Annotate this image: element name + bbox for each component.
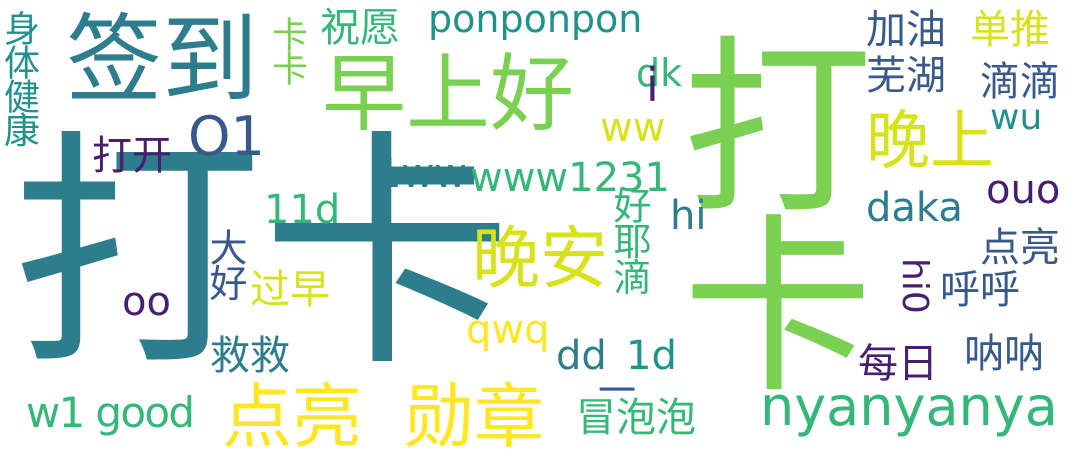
word-hello-all: 大好 [203, 228, 247, 300]
word-qwq: qwq [466, 307, 550, 353]
word-kaka: 卡卡 [266, 16, 307, 84]
word-hi0: hi0 [894, 258, 935, 314]
word-light-up-medal-a: 点亮 [222, 376, 362, 458]
word-save: 救救 [210, 333, 290, 379]
word-haoyedi: 好耶滴 [607, 186, 651, 294]
word-huhu: 呼呼 [940, 267, 1020, 313]
word-good-night: 晚安 [472, 220, 609, 299]
word-didi: 滴滴 [980, 59, 1060, 105]
word-punch-in-vertical: 打卡 [650, 28, 872, 386]
word-ww: ww [600, 105, 666, 151]
word-light-up: 点亮 [980, 225, 1060, 271]
word-single-push: 单推 [970, 7, 1050, 53]
word-open: 打开 [92, 133, 172, 179]
word-dk: dk [636, 51, 683, 95]
word-hi: hi [670, 193, 707, 239]
word-oo: oo [122, 279, 171, 325]
word-passed-early: 过早 [250, 267, 330, 313]
word-evening: 晚上 [866, 105, 994, 179]
word-wuhu: 芜湖 [866, 53, 946, 99]
word-nana: 呐呐 [964, 331, 1044, 377]
word-o1: O1 [188, 105, 265, 168]
word-light-up-medal-b: 勋章 [404, 376, 544, 458]
mark-horizontal-bar: 一 [598, 369, 637, 413]
word-ponponpon: ponponpon [428, 0, 643, 41]
word-health: 身体健康 [0, 10, 39, 146]
mark-vertical-bar: i [646, 58, 659, 112]
word-daily: 每日 [858, 341, 938, 387]
word-wish: 祝愿 [320, 5, 400, 51]
word-eleven-d: 11d [264, 187, 341, 233]
word-ouo: ouo [986, 167, 1061, 213]
word-one-ww: 1ww [376, 151, 467, 197]
word-wu: wu [990, 97, 1043, 138]
word-good-morning: 早上好 [322, 45, 575, 143]
word-w1-good: w1 good [26, 388, 195, 437]
word-fighting: 加油 [866, 7, 946, 53]
word-sign-in: 签到 [66, 4, 258, 116]
word-cloud: 打卡 打卡 签到 早上好 晚上 晚安 点亮 勋章 nyanyanya ponpo… [0, 0, 1080, 463]
word-daka: daka [866, 185, 963, 231]
word-nyanyanya: nyanyanya [760, 375, 1058, 438]
